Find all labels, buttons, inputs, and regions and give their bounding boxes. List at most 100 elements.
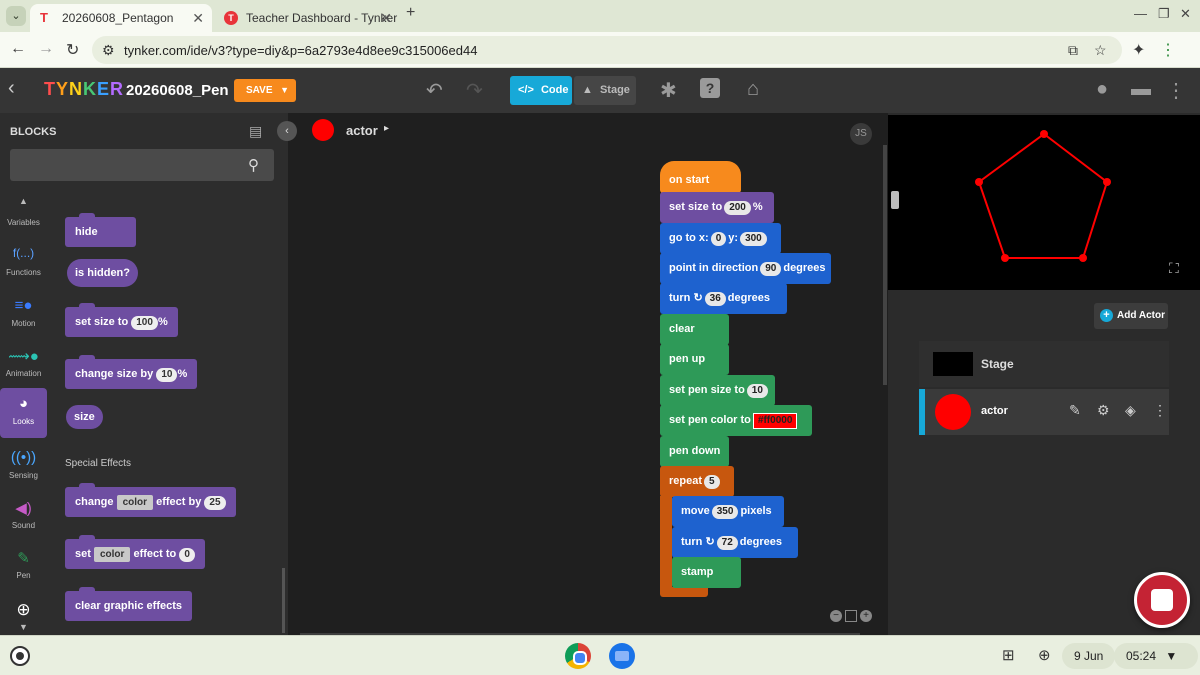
settings-gear-icon[interactable]: ⚙ [1097,402,1110,419]
tynker-logo[interactable]: TYNKER [44,79,124,100]
change-size-block[interactable]: change size by 10% [65,355,198,389]
add-actor-button[interactable]: + Add Actor [1094,303,1168,329]
undo-icon[interactable]: ↶ [426,78,443,103]
reload-icon[interactable]: ↻ [66,40,79,60]
category-sensing[interactable]: ((•)) Sensing [0,442,47,490]
bookmark-star-icon[interactable]: ☆ [1094,42,1107,59]
clear-graphic-effects-block[interactable]: clear graphic effects [65,587,192,621]
search-icon[interactable]: ⚲ [248,156,259,174]
set-pen-size-block[interactable]: set pen size to 10 [660,375,775,406]
tab-pentagon[interactable]: T 20260608_Pentagon ✕ [30,4,212,32]
repeat-block[interactable]: repeat 5 [660,466,734,497]
pen-size-input[interactable]: 10 [746,384,768,398]
repeat-count-input[interactable]: 5 [704,475,720,489]
new-tab-icon[interactable]: + [406,4,415,22]
browser-menu-icon[interactable]: ⋮ [1160,40,1176,60]
stage-panel-handle[interactable] [891,191,899,209]
back-icon[interactable]: ← [10,40,26,58]
stamp-block[interactable]: stamp [672,557,741,588]
set-size-block[interactable]: set size to 200% [660,192,774,223]
cast-icon[interactable]: ⧉ [1068,42,1078,59]
set-size-block[interactable]: set size to 100% [65,303,178,337]
url-text[interactable]: tynker.com/ide/v3?type=diy&p=6a2793e4d8e… [124,43,477,58]
project-title[interactable]: 20260608_Pen [126,82,229,99]
user-icon[interactable]: ● [1096,78,1108,101]
extensions-icon[interactable]: ✦ [1132,40,1145,60]
category-functions[interactable]: f(...) Functions [0,239,47,287]
screen-record-stop-button[interactable] [1134,572,1190,628]
screen-capture-icon[interactable]: ⊞ [1002,646,1015,664]
javascript-toggle[interactable]: JS [850,123,872,145]
actor-more-icon[interactable]: ⋮ [1153,402,1167,419]
move-block[interactable]: move 350 pixels [672,496,784,527]
scroll-down-icon[interactable]: ▼ [19,622,28,632]
category-motion[interactable]: ≡● Motion [0,290,47,338]
turn-block[interactable]: turn ↻ 72 degrees [672,527,798,558]
stage-canvas[interactable] [888,115,1200,290]
zoom-out-icon[interactable]: − [830,610,842,622]
change-effect-block[interactable]: change color effect by 25 [65,483,236,517]
stage-list-item[interactable]: Stage [919,341,1169,387]
files-app-icon[interactable] [609,643,635,669]
actor-list-item[interactable]: actor ✎ ⚙ ◈ ⋮ [919,389,1169,435]
palette-scrollbar[interactable] [282,568,285,633]
category-variables[interactable]: ▲ Variables [0,189,47,237]
chrome-app-icon[interactable] [565,643,591,669]
close-tab-icon[interactable]: ✕ [380,10,392,27]
save-button[interactable]: SAVE ▼ [234,79,296,102]
code-workspace[interactable]: actor ▸ JS on start set size to 200% go t… [288,113,888,636]
close-tab-icon[interactable]: ✕ [192,10,204,27]
site-info-icon[interactable]: ⚙ [102,42,115,59]
block-search-input[interactable] [10,149,274,181]
backpack-icon[interactable]: ⌂ [747,78,759,101]
on-start-hat-block[interactable]: on start [660,161,741,193]
layers-icon[interactable]: ◈ [1125,402,1136,419]
tab-teacher-dashboard[interactable]: T Teacher Dashboard - Tynker ✕ [214,4,400,32]
set-pen-color-block[interactable]: set pen color to #ff0000 [660,405,812,436]
effect-dropdown[interactable]: color [116,495,154,510]
effect-value-input[interactable]: 0 [179,548,195,562]
save-dropdown-caret-icon[interactable]: ▼ [280,79,289,102]
launcher-icon[interactable] [10,646,30,666]
code-tab-button[interactable]: </> Code [510,76,572,105]
edit-pencil-icon[interactable]: ✎ [1069,402,1081,419]
turn-degrees-input[interactable]: 36 [704,292,726,306]
debug-bug-icon[interactable]: ✱ [660,78,677,103]
size-change-input[interactable]: 10 [156,368,178,382]
point-in-direction-block[interactable]: point in direction 90 degrees [660,253,831,284]
zoom-reset-icon[interactable] [845,610,857,622]
set-effect-block[interactable]: set color effect to 0 [65,535,205,569]
chat-icon[interactable]: ▬ [1131,78,1151,101]
stage-tab-button[interactable]: ▲ Stage [574,76,636,105]
help-icon[interactable]: ? [700,78,720,98]
actor-selector-label[interactable]: actor [346,123,378,138]
category-sound[interactable]: ◀) Sound [0,492,47,540]
date-pill[interactable]: 9 Jun [1062,643,1116,669]
actor-thumbnail[interactable] [312,119,334,141]
is-hidden-block[interactable]: is hidden? [67,259,138,287]
category-pen[interactable]: ✎ Pen [0,542,47,590]
go-to-xy-block[interactable]: go to x: 0 y: 300 [660,223,781,254]
add-category-button[interactable]: ⊕ ▼ [0,593,47,633]
turn-degrees-input[interactable]: 72 [716,536,738,550]
clear-block[interactable]: clear [660,314,729,345]
pen-up-block[interactable]: pen up [660,344,729,375]
pen-down-block[interactable]: pen down [660,436,729,467]
category-looks[interactable]: ◕ Looks [0,388,47,438]
turn-block[interactable]: turn ↻ 36 degrees [660,283,787,314]
maximize-icon[interactable]: ❐ [1158,6,1170,22]
workspace-vertical-scrollbar[interactable] [883,145,887,385]
y-input[interactable]: 300 [740,232,767,246]
minimize-icon[interactable]: — [1134,6,1147,21]
pen-color-input[interactable]: #ff0000 [752,413,798,429]
collapse-panel-icon[interactable]: ‹ [277,121,297,141]
direction-input[interactable]: 90 [760,262,782,276]
forward-icon[interactable]: → [38,40,54,58]
fullscreen-icon[interactable]: ⛶ [1169,260,1179,277]
status-tray[interactable]: 05:24 ▼ ▮ [1114,643,1198,669]
address-bar[interactable]: ⚙ tynker.com/ide/v3?type=diy&p=6a2793e4d… [92,36,1122,64]
tab-search-chevron-icon[interactable]: ⌄ [6,6,26,26]
more-menu-icon[interactable]: ⋮ [1166,78,1186,103]
size-reporter-block[interactable]: size [66,405,103,429]
size-input[interactable]: 200 [724,201,751,215]
